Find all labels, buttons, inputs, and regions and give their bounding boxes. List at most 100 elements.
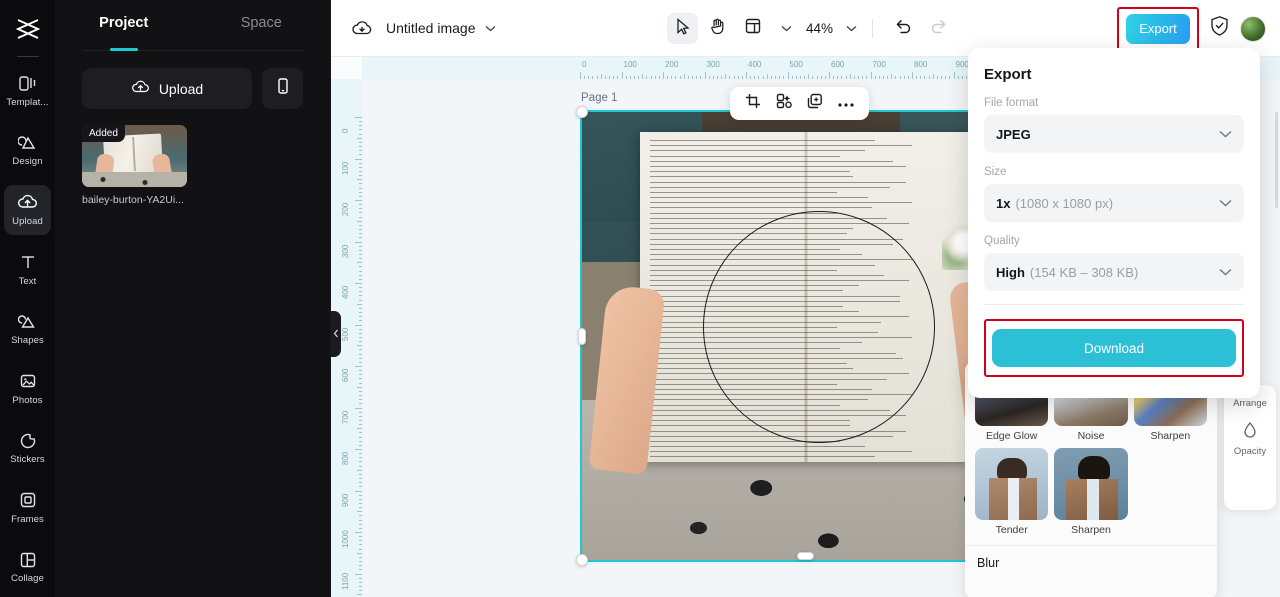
redo-button[interactable]	[923, 13, 954, 44]
duplicate-button[interactable]	[801, 90, 829, 117]
ruler-tick	[359, 444, 362, 446]
ruler-tick	[887, 76, 889, 79]
duplicate-icon	[807, 93, 823, 114]
zoom-chevron-down-icon[interactable]	[846, 25, 857, 32]
remove-bg-button[interactable]	[770, 90, 798, 117]
quality-label: Quality	[984, 235, 1020, 247]
hand-tool-button[interactable]	[702, 13, 733, 44]
tab-project[interactable]: Project	[55, 0, 193, 51]
ruler-tick	[758, 76, 760, 79]
undo-icon	[895, 19, 912, 39]
ruler-tick	[642, 74, 644, 79]
sidebar-item-stickers[interactable]: Stickers	[4, 423, 51, 473]
ruler-tick	[675, 76, 677, 79]
ruler-tick	[359, 316, 362, 318]
ruler-tick	[359, 519, 362, 521]
layout-chevron-down-icon[interactable]	[781, 25, 792, 32]
ruler-tick	[762, 76, 764, 79]
ruler-tick-label: 100	[341, 161, 350, 175]
undo-button[interactable]	[888, 13, 919, 44]
avatar[interactable]	[1240, 15, 1266, 42]
ruler-tick	[667, 76, 669, 79]
sidebar-item-photos[interactable]: Photos	[4, 364, 51, 414]
document-title[interactable]: Untitled image	[386, 20, 476, 36]
capcut-logo-icon[interactable]	[0, 8, 55, 50]
sidebar-item-upload[interactable]: Upload	[4, 185, 51, 235]
effects-section-title: Blur	[977, 556, 1000, 570]
download-button[interactable]: Download	[992, 329, 1236, 367]
resize-handle-bottom-middle[interactable]	[797, 552, 814, 560]
tab-space[interactable]: Space	[193, 0, 331, 47]
crop-button[interactable]	[739, 90, 767, 117]
ruler-tick	[949, 76, 951, 79]
resize-handle-top-left[interactable]	[576, 106, 588, 118]
tab-active-underline	[109, 48, 138, 51]
file-format-label: File format	[984, 97, 1039, 109]
artboard[interactable]	[580, 110, 1032, 562]
ruler-tick	[779, 76, 781, 79]
ruler-tick	[355, 241, 362, 243]
upload-button[interactable]: Upload	[82, 68, 252, 109]
right-scrollbar[interactable]	[1275, 112, 1278, 208]
ruler-tick	[359, 204, 362, 206]
file-format-select[interactable]: JPEG	[984, 115, 1244, 153]
effect-item[interactable]: Tender	[975, 448, 1049, 536]
ruler-tick	[359, 527, 362, 529]
sidebar-item-label: Templat...	[6, 96, 49, 108]
asset-item[interactable]: Added bailey-burton-YA2Ui...	[82, 125, 187, 206]
ruler-tick	[633, 76, 635, 79]
sidebar-item-collage[interactable]: Collage	[4, 543, 51, 593]
resize-handle-left-middle[interactable]	[578, 328, 586, 345]
circle-shape-overlay[interactable]	[703, 211, 935, 443]
redo-icon	[930, 19, 947, 39]
asset-thumbnail[interactable]: Added	[82, 125, 187, 187]
export-button[interactable]: Export	[1126, 13, 1190, 44]
zoom-level[interactable]: 44%	[806, 21, 833, 36]
tab-label: Project	[99, 15, 149, 31]
ruler-tick	[820, 76, 822, 79]
ruler-tick	[663, 72, 664, 79]
sidebar-item-frames[interactable]: Frames	[4, 483, 51, 533]
sidebar-item-text[interactable]: Text	[4, 245, 51, 295]
ruler-tick	[359, 440, 362, 442]
ruler-tick	[588, 76, 590, 79]
ruler-tick	[787, 72, 789, 79]
upload-button-label: Upload	[158, 80, 204, 97]
ruler-tick	[837, 76, 839, 79]
more-button[interactable]	[832, 90, 860, 117]
ruler-tick	[359, 473, 362, 475]
effect-item[interactable]: Sharpen	[1054, 448, 1128, 536]
layout-tool-button[interactable]	[737, 13, 768, 44]
panel-collapse-handle[interactable]	[331, 311, 341, 357]
effect-label: Sharpen	[1150, 430, 1191, 442]
opacity-button[interactable]: Opacity	[1234, 416, 1266, 462]
quality-select[interactable]: High (154 KB – 308 KB)	[984, 253, 1244, 291]
collage-icon	[19, 550, 37, 569]
ruler-tick-label: 400	[341, 285, 350, 299]
ruler-tick	[357, 345, 362, 347]
select-tool-button[interactable]	[667, 13, 698, 44]
resize-handle-bottom-left[interactable]	[576, 554, 588, 566]
document-title-chevron-down-icon[interactable]	[485, 25, 496, 32]
ruler-tick	[357, 511, 362, 513]
cloud-save-icon[interactable]	[351, 19, 373, 37]
ruler-tick	[359, 224, 362, 226]
ruler-tick	[359, 498, 362, 500]
ruler-tick	[584, 76, 586, 79]
sidebar-item-label: Shapes	[11, 335, 44, 347]
size-select[interactable]: 1x (1080 x 1080 px)	[984, 184, 1244, 222]
asset-filename: bailey-burton-YA2Ui...	[82, 194, 184, 206]
ruler-tick	[359, 419, 362, 421]
mobile-upload-button[interactable]	[262, 68, 303, 109]
shield-check-icon[interactable]	[1209, 15, 1230, 42]
sidebar-item-design[interactable]: Design	[4, 126, 51, 176]
ruler-tick	[359, 544, 362, 546]
ruler-tick	[359, 453, 362, 455]
ruler-tick	[359, 253, 362, 255]
ruler-tick	[965, 76, 967, 79]
sidebar-item-shapes[interactable]: Shapes	[4, 304, 51, 354]
ruler-tick	[359, 291, 362, 293]
ruler-tick	[712, 76, 714, 79]
sidebar-item-templates[interactable]: Templat...	[4, 66, 51, 116]
stickers-icon	[19, 431, 37, 450]
